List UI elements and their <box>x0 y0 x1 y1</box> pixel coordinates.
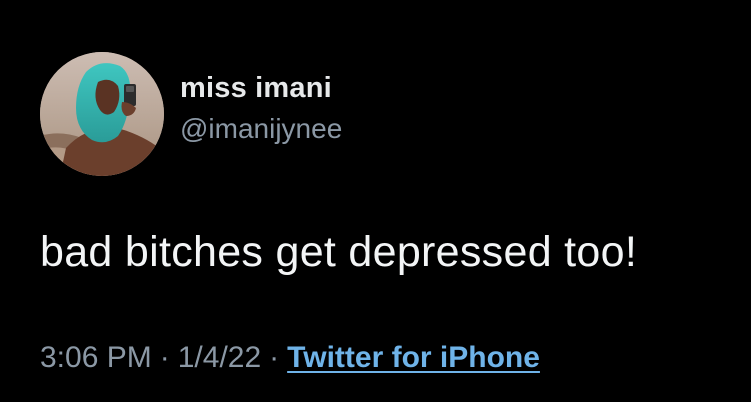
author-info: miss imani @imanijynee <box>180 70 342 146</box>
user-handle[interactable]: @imanijynee <box>180 112 342 146</box>
tweet-card: miss imani @imanijynee bad bitches get d… <box>0 0 751 402</box>
display-name[interactable]: miss imani <box>180 70 342 106</box>
tweet-source-link[interactable]: Twitter for iPhone <box>287 341 540 374</box>
avatar-photo <box>40 52 164 176</box>
tweet-text: bad bitches get depressed too! <box>40 228 638 276</box>
tweet-metadata: 3:06 PM · 1/4/22 · Twitter for iPhone <box>40 338 540 378</box>
meta-separator: · <box>269 341 280 374</box>
tweet-date[interactable]: 1/4/22 <box>178 341 261 374</box>
tweet-time[interactable]: 3:06 PM <box>40 341 152 374</box>
meta-separator: · <box>159 341 170 374</box>
avatar[interactable] <box>40 52 164 176</box>
